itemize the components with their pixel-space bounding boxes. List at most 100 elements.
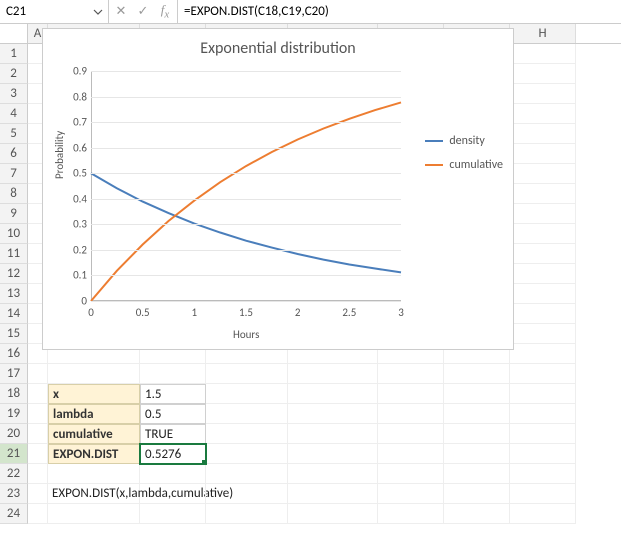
cell-C21[interactable]: 0.5276 <box>140 444 206 464</box>
name-box[interactable] <box>0 0 109 23</box>
cell-C17[interactable] <box>140 364 206 384</box>
row-header-8[interactable]: 8 <box>0 184 28 204</box>
name-box-dd[interactable] <box>88 0 108 23</box>
cell-F20[interactable] <box>378 424 444 444</box>
row-header-21[interactable]: 21 <box>0 444 28 464</box>
cell-C19[interactable]: 0.5 <box>140 404 206 424</box>
cell-G24[interactable] <box>444 504 510 524</box>
row-header-1[interactable]: 1 <box>0 44 28 64</box>
cell-D24[interactable] <box>206 504 288 524</box>
cell-C23[interactable] <box>140 484 206 504</box>
cell-G22[interactable] <box>444 464 510 484</box>
row-header-4[interactable]: 4 <box>0 104 28 124</box>
row-header-18[interactable]: 18 <box>0 384 28 404</box>
row-header-6[interactable]: 6 <box>0 144 28 164</box>
cell-B22[interactable] <box>48 464 140 484</box>
cell-H15[interactable] <box>510 324 576 344</box>
row-header-15[interactable]: 15 <box>0 324 28 344</box>
chart[interactable]: Exponential distribution Probability Hou… <box>42 28 514 350</box>
cell-E17[interactable] <box>288 364 378 384</box>
row-header-11[interactable]: 11 <box>0 244 28 264</box>
cell-H2[interactable] <box>510 64 576 84</box>
cell-G20[interactable] <box>444 424 510 444</box>
cell-F17[interactable] <box>378 364 444 384</box>
cell-F21[interactable] <box>378 444 444 464</box>
cell-D22[interactable] <box>206 464 288 484</box>
cell-A17[interactable] <box>28 364 48 384</box>
row-header-13[interactable]: 13 <box>0 284 28 304</box>
cell-B24[interactable] <box>48 504 140 524</box>
row-header-3[interactable]: 3 <box>0 84 28 104</box>
fx-icon[interactable]: fx <box>157 2 173 21</box>
cell-D23[interactable] <box>206 484 288 504</box>
row-header-5[interactable]: 5 <box>0 124 28 144</box>
cell-E22[interactable] <box>288 464 378 484</box>
row-header-12[interactable]: 12 <box>0 264 28 284</box>
cell-H19[interactable] <box>510 404 576 424</box>
cell-H9[interactable] <box>510 204 576 224</box>
cell-A20[interactable] <box>28 424 48 444</box>
cell-B23[interactable]: EXPON.DIST(x,lambda,cumulative) <box>48 484 140 504</box>
fill-handle[interactable] <box>202 460 206 464</box>
cell-B20[interactable]: cumulative <box>48 424 140 444</box>
row-header-17[interactable]: 17 <box>0 364 28 384</box>
cell-H8[interactable] <box>510 184 576 204</box>
cell-A23[interactable] <box>28 484 48 504</box>
row-header-20[interactable]: 20 <box>0 424 28 444</box>
cell-H16[interactable] <box>510 344 576 364</box>
row-header-23[interactable]: 23 <box>0 484 28 504</box>
cell-H24[interactable] <box>510 504 576 524</box>
cell-G23[interactable] <box>444 484 510 504</box>
cell-B18[interactable]: x <box>48 384 140 404</box>
cell-H10[interactable] <box>510 224 576 244</box>
cell-H23[interactable] <box>510 484 576 504</box>
cell-F18[interactable] <box>378 384 444 404</box>
cell-H13[interactable] <box>510 284 576 304</box>
cell-D21[interactable] <box>206 444 288 464</box>
col-header-H[interactable]: H <box>510 24 576 43</box>
row-header-10[interactable]: 10 <box>0 224 28 244</box>
enter-icon[interactable]: ✓ <box>135 4 151 19</box>
row-header-7[interactable]: 7 <box>0 164 28 184</box>
cell-D20[interactable] <box>206 424 288 444</box>
cell-F24[interactable] <box>378 504 444 524</box>
cell-A22[interactable] <box>28 464 48 484</box>
cell-G19[interactable] <box>444 404 510 424</box>
cell-G17[interactable] <box>444 364 510 384</box>
cell-F23[interactable] <box>378 484 444 504</box>
cell-H3[interactable] <box>510 84 576 104</box>
cell-H21[interactable] <box>510 444 576 464</box>
cell-H6[interactable] <box>510 144 576 164</box>
select-all-corner[interactable] <box>0 24 28 43</box>
cell-D19[interactable] <box>206 404 288 424</box>
name-box-input[interactable] <box>0 0 88 23</box>
row-header-2[interactable]: 2 <box>0 64 28 84</box>
cell-F22[interactable] <box>378 464 444 484</box>
cell-H18[interactable] <box>510 384 576 404</box>
cell-H4[interactable] <box>510 104 576 124</box>
cell-E24[interactable] <box>288 504 378 524</box>
row-header-9[interactable]: 9 <box>0 204 28 224</box>
cell-G21[interactable] <box>444 444 510 464</box>
cell-B17[interactable] <box>48 364 140 384</box>
cell-E23[interactable] <box>288 484 378 504</box>
cell-E18[interactable] <box>288 384 378 404</box>
row-header-22[interactable]: 22 <box>0 464 28 484</box>
cell-B21[interactable]: EXPON.DIST <box>48 444 140 464</box>
cell-C20[interactable]: TRUE <box>140 424 206 444</box>
cell-C18[interactable]: 1.5 <box>140 384 206 404</box>
cell-H14[interactable] <box>510 304 576 324</box>
cell-A19[interactable] <box>28 404 48 424</box>
cell-E19[interactable] <box>288 404 378 424</box>
row-header-19[interactable]: 19 <box>0 404 28 424</box>
cell-A24[interactable] <box>28 504 48 524</box>
cell-H7[interactable] <box>510 164 576 184</box>
row-header-24[interactable]: 24 <box>0 504 28 524</box>
row-header-14[interactable]: 14 <box>0 304 28 324</box>
cell-B19[interactable]: lambda <box>48 404 140 424</box>
cell-E20[interactable] <box>288 424 378 444</box>
cell-H1[interactable] <box>510 44 576 64</box>
cell-D17[interactable] <box>206 364 288 384</box>
cell-C24[interactable] <box>140 504 206 524</box>
cell-H22[interactable] <box>510 464 576 484</box>
